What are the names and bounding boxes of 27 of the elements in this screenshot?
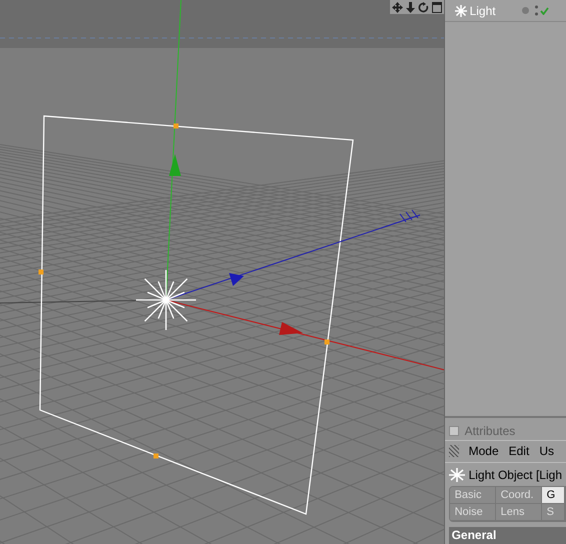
move-icon[interactable]	[392, 2, 403, 12]
enabled-check-icon[interactable]	[540, 6, 549, 14]
panel-checkbox[interactable]	[448, 426, 459, 436]
frame-handle[interactable]	[154, 454, 158, 458]
tab[interactable]: Lens	[496, 504, 542, 521]
tab[interactable]: G	[542, 487, 565, 504]
tab[interactable]: Noise	[450, 504, 496, 521]
down-arrow-icon[interactable]	[406, 2, 415, 12]
frame-handle[interactable]	[324, 340, 330, 344]
light-icon[interactable]	[136, 270, 196, 330]
light-object-icon	[448, 468, 465, 482]
menu-item[interactable]: Edit	[508, 442, 530, 460]
object-name[interactable]: Light	[470, 2, 514, 20]
light-object-icon	[454, 4, 467, 16]
frame-handle[interactable]	[174, 124, 178, 128]
menu-item[interactable]: Us	[539, 442, 554, 460]
menu-item[interactable]: Mode	[468, 442, 499, 460]
frame-handle[interactable]	[38, 270, 44, 274]
section-header[interactable]: General	[448, 527, 566, 544]
grip-icon[interactable]	[448, 444, 459, 456]
panel-title: Attributes	[464, 423, 516, 440]
rotate-icon[interactable]	[418, 2, 429, 12]
tab[interactable]: S	[542, 504, 565, 521]
tab[interactable]: Coord.	[496, 487, 542, 504]
tab[interactable]: Basic	[450, 487, 496, 504]
object-title: Light Object [Ligh	[468, 466, 562, 484]
visibility-dots-icon[interactable]	[534, 5, 538, 16]
